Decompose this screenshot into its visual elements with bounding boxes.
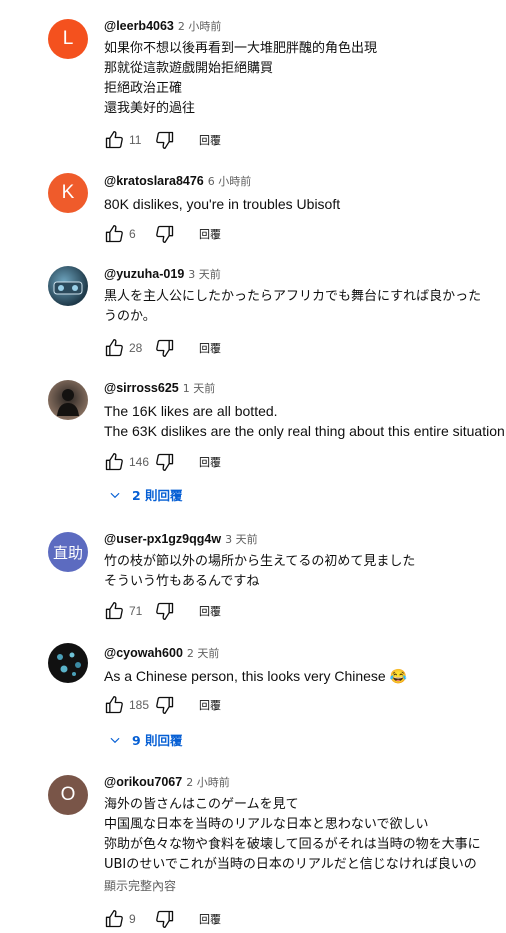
comment-text: 竹の枝が節以外の場所から生えてるの初めて見ました そういう竹もあるんですね [104,554,416,589]
like-count: 185 [129,698,150,712]
thumbs-up-icon [105,453,123,471]
like-button[interactable] [104,695,124,715]
comment-author[interactable]: @user-px1gz9qg4w [104,532,221,546]
comment-author[interactable]: @orikou7067 [104,775,182,789]
comment-time[interactable]: 1 天前 [183,382,216,395]
comment-time[interactable]: 6 小時前 [208,175,252,188]
thumbs-down-icon [156,910,174,928]
like-button[interactable] [104,601,124,621]
dislike-button[interactable] [155,224,175,244]
reply-button[interactable]: 回覆 [199,226,221,242]
comment-time[interactable]: 2 天前 [187,647,220,660]
comment-author[interactable]: @sirross625 [104,381,179,395]
chevron-down-icon [110,737,120,743]
dislike-button[interactable] [155,601,175,621]
thumbs-down-icon [156,339,174,357]
avatar-image-icon [57,652,81,676]
like-count: 9 [129,912,136,926]
comment-time[interactable]: 2 小時前 [178,20,222,33]
like-button[interactable] [104,130,124,150]
thumbs-up-icon [105,339,123,357]
view-replies-button[interactable]: 2 則回覆 [108,485,183,504]
avatar[interactable]: L [48,19,88,59]
like-button[interactable] [104,224,124,244]
avatar[interactable] [48,380,88,420]
comment-time[interactable]: 3 天前 [225,533,258,546]
avatar[interactable] [48,266,88,306]
like-count: 28 [129,341,143,355]
reply-button[interactable]: 回覆 [199,132,221,148]
thumbs-down-icon [156,453,174,471]
show-more-button[interactable]: 顯示完整內容 [104,877,506,894]
thumbs-down-icon [156,225,174,243]
avatar[interactable]: 直助 [48,532,88,572]
reply-button[interactable]: 回覆 [199,340,221,356]
comment-time[interactable]: 2 小時前 [186,776,230,789]
like-button[interactable] [104,452,124,472]
thumbs-down-icon [156,131,174,149]
thumbs-down-icon [156,696,174,714]
avatar-image-icon [53,281,83,295]
reply-button[interactable]: 回覆 [199,697,221,713]
dislike-button[interactable] [155,338,175,358]
comment-text: The 16K likes are all botted. The 63K di… [104,403,506,439]
like-count: 6 [129,227,136,241]
comment-text: 如果你不想以後再看到一大堆肥胖醜的角色出現 那就從這款遊戲開始拒絕購買 拒絕政治… [104,41,378,116]
comment-author[interactable]: @leerb4063 [104,19,174,33]
avatar[interactable]: O [48,775,88,815]
like-count: 146 [129,455,150,469]
comment-text: As a Chinese person, this looks very Chi… [104,668,408,684]
comment-text: 黒人を主人公にしたかったらアフリカでも舞台にすれば良かった うのか。 [104,289,482,324]
comment-author[interactable]: @kratoslara8476 [104,174,204,188]
thumbs-up-icon [105,602,123,620]
dislike-button[interactable] [155,130,175,150]
like-button[interactable] [104,909,124,929]
chevron-down-icon [110,492,120,498]
dislike-button[interactable] [155,452,175,472]
thumbs-up-icon [105,225,123,243]
reply-button[interactable]: 回覆 [199,454,221,470]
avatar[interactable] [48,643,88,683]
reply-button[interactable]: 回覆 [199,911,221,927]
comment-text: 80K dislikes, you're in troubles Ubisoft [104,196,341,212]
dislike-button[interactable] [155,909,175,929]
avatar[interactable]: K [48,173,88,213]
comment-author[interactable]: @cyowah600 [104,646,183,660]
dislike-button[interactable] [155,695,175,715]
like-button[interactable] [104,338,124,358]
like-count: 11 [129,133,142,147]
thumbs-down-icon [156,602,174,620]
thumbs-up-icon [105,131,123,149]
reply-button[interactable]: 回覆 [199,603,221,619]
comment-author[interactable]: @yuzuha-019 [104,267,184,281]
thumbs-up-icon [105,910,123,928]
comment-text: 海外の皆さんはこのゲームを見て 中国風な日本を当時のリアルな日本と思わないで欲し… [104,797,481,872]
view-replies-button[interactable]: 9 則回覆 [108,730,183,749]
comment-time[interactable]: 3 天前 [188,268,221,281]
thumbs-up-icon [105,696,123,714]
avatar-image-icon [57,389,79,416]
like-count: 71 [129,604,143,618]
